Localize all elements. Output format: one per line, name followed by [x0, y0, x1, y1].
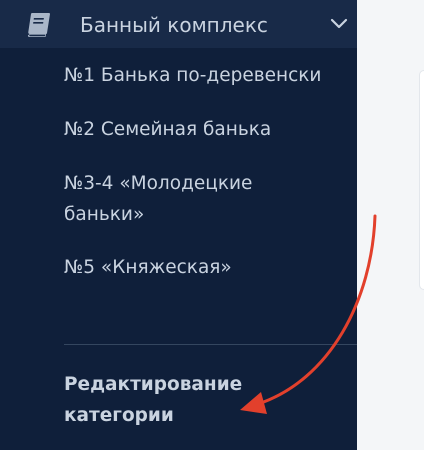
menu-group-bath-complex[interactable]: Банный комплекс: [0, 0, 357, 48]
book-icon: [24, 10, 54, 40]
main-content: [357, 0, 424, 450]
content-card: [419, 70, 424, 290]
edit-category-link[interactable]: Редактирование категории: [64, 369, 324, 431]
sidebar-item-bath-2[interactable]: №2 Семейная банька: [64, 114, 354, 145]
sidebar: Банный комплекс №1 Банька по-деревенски …: [0, 0, 357, 450]
chevron-down-icon[interactable]: [328, 14, 350, 34]
sidebar-item-bath-1[interactable]: №1 Банька по-деревенски: [64, 60, 354, 91]
menu-group-label: Банный комплекс: [80, 13, 268, 37]
sidebar-item-bath-3-4[interactable]: №3-4 «Молодецкие баньки»: [64, 168, 304, 230]
divider: [64, 344, 357, 345]
sidebar-item-bath-5[interactable]: №5 «Княжеская»: [64, 252, 354, 283]
